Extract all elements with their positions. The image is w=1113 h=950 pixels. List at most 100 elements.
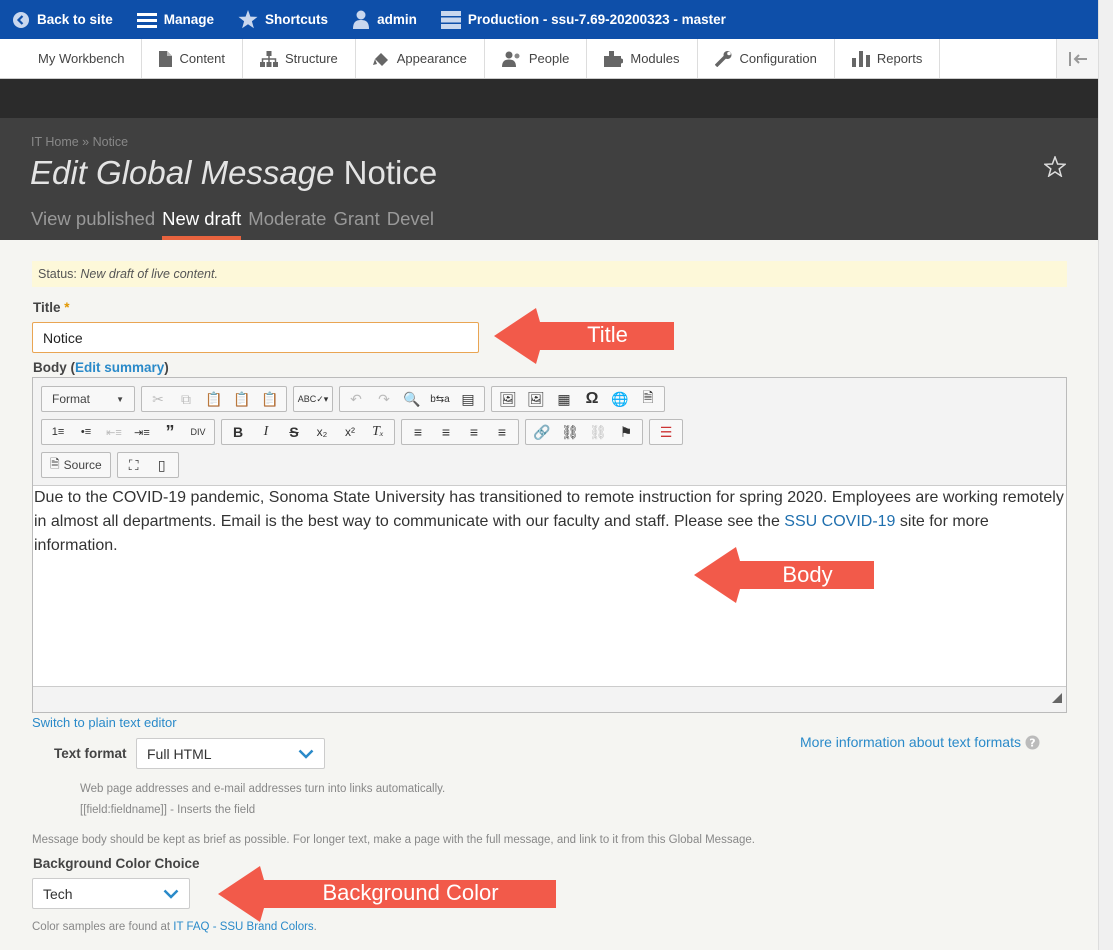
editor-content[interactable]: Due to the COVID-19 pandemic, Sonoma Sta… bbox=[33, 485, 1066, 687]
page-break-button[interactable]: ☰ bbox=[652, 420, 680, 444]
align-left-button[interactable]: ≡ bbox=[404, 420, 432, 444]
page-header: IT Home » Notice Edit Global Message Not… bbox=[0, 118, 1098, 240]
page-break-icon: ☰ bbox=[659, 423, 673, 440]
tab-grant[interactable]: Grant bbox=[333, 208, 379, 240]
text-format-select[interactable]: Full HTML bbox=[136, 738, 325, 769]
tray-content[interactable]: Content bbox=[142, 39, 244, 78]
resize-grip-icon bbox=[1052, 693, 1062, 703]
show-blocks-icon: ▯ bbox=[157, 456, 166, 473]
tab-new-draft[interactable]: New draft bbox=[162, 208, 242, 240]
media-button[interactable]: 🖼 bbox=[522, 387, 550, 411]
remove-format-button[interactable]: Tₓ bbox=[364, 420, 392, 444]
subscript-button[interactable]: x₂ bbox=[308, 420, 336, 444]
iframe-button[interactable]: 🌐 bbox=[606, 387, 634, 411]
source-button[interactable]: 🗎 Source bbox=[44, 455, 108, 476]
edit-summary-link[interactable]: Edit summary bbox=[75, 360, 164, 375]
maximize-button[interactable]: ⛶ bbox=[120, 453, 148, 477]
primary-tabs: View published New draft Moderate Grant … bbox=[31, 208, 441, 240]
covid-link[interactable]: SSU COVID-19 bbox=[784, 513, 895, 530]
page-title-rest: Notice bbox=[334, 154, 438, 191]
toolbar-row-1: Format ▼ ✂ ⧉ 📋 📋 📋 ABC✓▾ ↶ ↷ 🔍 b⇆a ▤ 🖼 🖼 … bbox=[41, 386, 671, 412]
star-outline-icon bbox=[1042, 154, 1068, 178]
anchor-button[interactable]: ⚑ bbox=[612, 420, 640, 444]
italic-button[interactable]: I bbox=[252, 420, 280, 444]
special-char-button[interactable]: Ω bbox=[578, 387, 606, 411]
numbered-list-button[interactable]: 1≡ bbox=[44, 420, 72, 444]
paste-word-button[interactable]: 📋 bbox=[256, 387, 284, 411]
tab-view-published[interactable]: View published bbox=[31, 208, 155, 240]
outdent-button[interactable]: ⇤≡ bbox=[100, 420, 128, 444]
justify-button[interactable]: ≡ bbox=[488, 420, 516, 444]
div-button[interactable]: DIV bbox=[184, 420, 212, 444]
tray-label: Reports bbox=[876, 51, 923, 66]
resize-handle[interactable] bbox=[1052, 690, 1062, 708]
subscript-icon: x₂ bbox=[316, 425, 328, 439]
tray-orientation-toggle[interactable] bbox=[1056, 39, 1098, 78]
replace-button[interactable]: b⇆a bbox=[426, 387, 454, 411]
unlink-button[interactable]: ⛓ bbox=[584, 420, 612, 444]
select-all-button[interactable]: ▤ bbox=[454, 387, 482, 411]
brand-colors-link[interactable]: IT FAQ - SSU Brand Colors bbox=[173, 921, 313, 933]
image-button[interactable]: 🖼 bbox=[494, 387, 522, 411]
breadcrumb[interactable]: IT Home » Notice bbox=[31, 135, 128, 149]
user-link[interactable]: admin bbox=[340, 0, 429, 39]
align-center-button[interactable]: ≡ bbox=[432, 420, 460, 444]
indent-button[interactable]: ⇥≡ bbox=[128, 420, 156, 444]
italic-icon: I bbox=[263, 424, 269, 439]
admin-tray: My Workbench Content Structure Appearanc… bbox=[0, 39, 1098, 79]
tab-devel[interactable]: Devel bbox=[387, 208, 434, 240]
undo-button[interactable]: ↶ bbox=[342, 387, 370, 411]
tray-configuration[interactable]: Configuration bbox=[698, 39, 835, 78]
tray-label: Structure bbox=[285, 51, 338, 66]
background-color-select[interactable]: Tech bbox=[32, 878, 190, 909]
strike-button[interactable]: S bbox=[280, 420, 308, 444]
shortcuts-link[interactable]: Shortcuts bbox=[226, 0, 340, 39]
strike-icon: S bbox=[289, 424, 299, 440]
tray-appearance[interactable]: Appearance bbox=[356, 39, 485, 78]
page-scrollbar[interactable] bbox=[1098, 0, 1113, 950]
tray-label: People bbox=[528, 51, 570, 66]
paste-text-button[interactable]: 📋 bbox=[228, 387, 256, 411]
tray-people[interactable]: People bbox=[485, 39, 588, 78]
cut-button[interactable]: ✂ bbox=[144, 387, 172, 411]
justify-icon: ≡ bbox=[497, 424, 507, 440]
sitemap-icon bbox=[260, 50, 279, 67]
find-button[interactable]: 🔍 bbox=[398, 387, 426, 411]
shortcut-star[interactable] bbox=[1042, 154, 1068, 182]
align-right-button[interactable]: ≡ bbox=[460, 420, 488, 444]
puzzle-icon bbox=[604, 50, 624, 67]
tab-moderate[interactable]: Moderate bbox=[248, 208, 326, 240]
show-blocks-button[interactable]: ▯ bbox=[148, 453, 176, 477]
spellcheck-button[interactable]: ABC✓▾ bbox=[296, 387, 330, 411]
format-dropdown[interactable]: Format ▼ bbox=[44, 392, 132, 406]
redo-button[interactable]: ↷ bbox=[370, 387, 398, 411]
chevron-down-icon bbox=[298, 749, 314, 759]
globe-icon: 🌐 bbox=[611, 390, 629, 407]
bullet-list-button[interactable]: •≡ bbox=[72, 420, 100, 444]
copy-button[interactable]: ⧉ bbox=[172, 387, 200, 411]
more-info-formats-link[interactable]: More information about text formats ? bbox=[800, 734, 1040, 750]
paste-button[interactable]: 📋 bbox=[200, 387, 228, 411]
linkit-button[interactable]: ⛓ bbox=[556, 420, 584, 444]
environment-link[interactable]: Production - ssu-7.69-20200323 - master bbox=[429, 0, 738, 39]
table-button[interactable]: ▦ bbox=[550, 387, 578, 411]
title-annotation-label: Title bbox=[587, 322, 628, 347]
body-label: Body (Edit summary) bbox=[33, 360, 169, 375]
superscript-button[interactable]: x² bbox=[336, 420, 364, 444]
switch-plain-text-link[interactable]: Switch to plain text editor bbox=[32, 715, 177, 730]
tray-my-workbench[interactable]: My Workbench bbox=[0, 39, 143, 78]
link-button[interactable]: 🔗 bbox=[528, 420, 556, 444]
title-input[interactable] bbox=[32, 322, 479, 353]
manage-link[interactable]: Manage bbox=[125, 0, 226, 39]
blockquote-button[interactable]: ” bbox=[156, 420, 184, 444]
tray-reports[interactable]: Reports bbox=[835, 39, 941, 78]
bar-chart-icon bbox=[851, 50, 870, 67]
tray-modules[interactable]: Modules bbox=[587, 39, 698, 78]
bold-button[interactable]: B bbox=[224, 420, 252, 444]
page-icon: 🗎 bbox=[642, 389, 654, 405]
tray-structure[interactable]: Structure bbox=[243, 39, 356, 78]
template-button[interactable]: 🗎 bbox=[634, 387, 662, 411]
gallery-icon: 🖼 bbox=[527, 390, 545, 407]
back-to-site-link[interactable]: Back to site bbox=[0, 0, 125, 39]
environment-label: Production - ssu-7.69-20200323 - master bbox=[467, 12, 726, 27]
